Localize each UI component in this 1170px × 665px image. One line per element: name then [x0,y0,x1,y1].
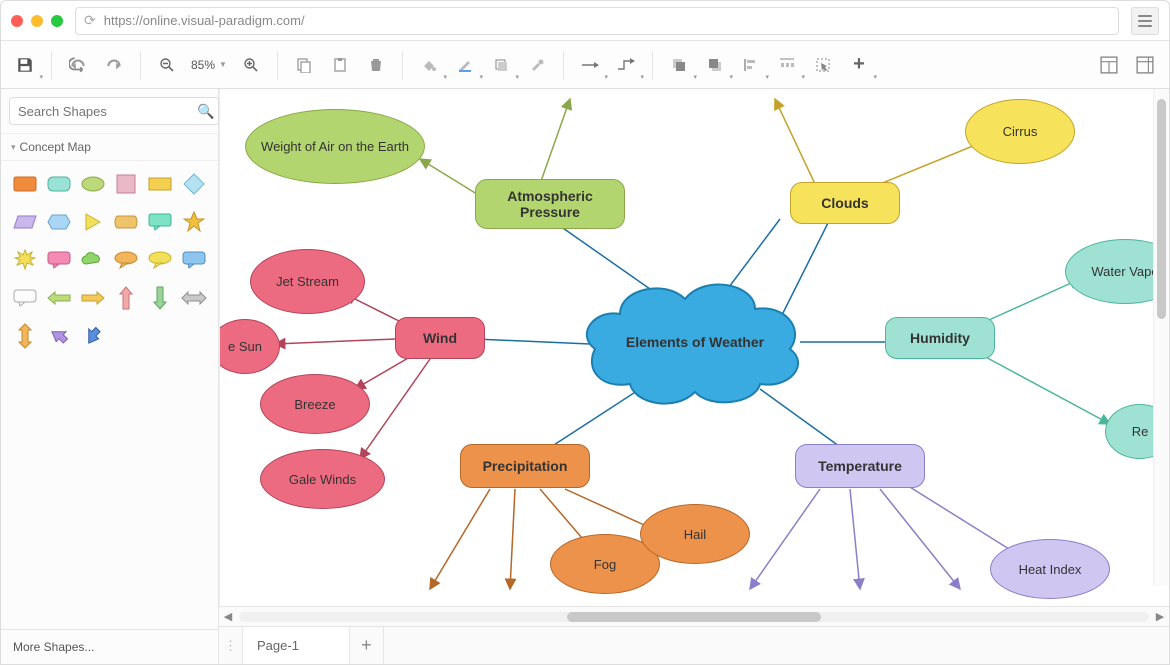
shapes-palette [1,161,218,629]
shape-ellipse[interactable] [79,169,107,199]
shape-callout-green[interactable] [146,207,174,237]
palette-section-title: Concept Map [20,140,91,154]
shape-wide-rect[interactable] [146,169,174,199]
node-hail[interactable]: Hail [640,504,750,564]
align-icon[interactable]: ▾ [735,49,767,81]
close-window-icon[interactable] [11,15,23,27]
add-page-tab[interactable]: + [350,627,384,664]
shape-star[interactable] [180,207,208,237]
distribute-icon[interactable]: ▾ [771,49,803,81]
selection-mode-icon[interactable] [807,49,839,81]
redo-icon[interactable] [98,49,130,81]
node-jetstream[interactable]: Jet Stream [250,249,365,314]
outline-panel-icon[interactable] [1129,49,1161,81]
node-clouds[interactable]: Clouds [790,182,900,224]
node-humidity[interactable]: Humidity [885,317,995,359]
titlebar: ⟳ https://online.visual-paradigm.com/ [1,1,1169,41]
shape-square[interactable] [113,169,141,199]
shape-parallelogram[interactable] [11,207,39,237]
connector-routing-icon[interactable]: ▾ [610,49,642,81]
arrow-diag1[interactable] [45,321,73,351]
paste-icon[interactable] [324,49,356,81]
vertical-scrollbar[interactable] [1153,89,1169,586]
shape-burst[interactable] [11,245,39,275]
main-toolbar: ▾ 85% ▼ ▾ ▾ ▾ ▾ ▾ ▾ ▾ ▾ [1,41,1169,89]
node-heat-index[interactable]: Heat Index [990,539,1110,599]
shape-cloud[interactable] [79,245,107,275]
shadow-icon[interactable]: ▾ [485,49,517,81]
shape-rounded[interactable] [45,169,73,199]
delete-icon[interactable] [360,49,392,81]
shape-hexagon[interactable] [45,207,73,237]
node-gale[interactable]: Gale Winds [260,449,385,509]
node-atmospheric[interactable]: Atmospheric Pressure [475,179,625,229]
hamburger-menu-icon[interactable] [1131,7,1159,35]
canvas-area: Elements of Weather Atmospheric Pressure… [219,89,1169,664]
shape-speech-orange[interactable] [113,245,141,275]
node-temp[interactable]: Temperature [795,444,925,488]
node-breeze[interactable]: Breeze [260,374,370,434]
node-cirrus[interactable]: Cirrus [965,99,1075,164]
window-controls [11,15,63,27]
arrow-down[interactable] [146,283,174,313]
shape-diamond[interactable] [180,169,208,199]
horizontal-scrollbar[interactable]: ◀▶ [219,606,1169,626]
zoom-out-icon[interactable] [151,49,183,81]
arrow-up[interactable] [113,283,141,313]
minimize-window-icon[interactable] [31,15,43,27]
style-brush-icon[interactable] [521,49,553,81]
zoom-in-icon[interactable] [235,49,267,81]
side-panel: 🔍 ⋮ Concept Map [1,89,219,664]
page-tabs: ⋮ Page-1 + [219,626,1169,664]
shape-callout-grey[interactable] [11,283,39,313]
arrow-leftright[interactable] [180,283,208,313]
to-back-icon[interactable]: ▾ [699,49,731,81]
app-window: ⟳ https://online.visual-paradigm.com/ ▾ … [0,0,1170,665]
shape-callout-pink[interactable] [45,245,73,275]
tabs-grip-icon[interactable]: ⋮ [219,627,243,664]
stroke-icon[interactable]: ▾ [449,49,481,81]
node-center[interactable]: Elements of Weather [580,274,810,409]
page-tab-1[interactable]: Page-1 [243,627,350,664]
format-panel-icon[interactable] [1093,49,1125,81]
connector-style-icon[interactable]: ▾ [574,49,606,81]
shape-badge[interactable] [113,207,141,237]
search-shapes-input[interactable] [9,97,219,125]
node-precip[interactable]: Precipitation [460,444,590,488]
url-bar[interactable]: ⟳ https://online.visual-paradigm.com/ [75,7,1119,35]
node-weight-air[interactable]: Weight of Air on the Earth [245,109,425,184]
arrow-right[interactable] [79,283,107,313]
zoom-text: 85% [191,58,215,72]
to-front-icon[interactable]: ▾ [663,49,695,81]
shape-speech-blue[interactable] [180,245,208,275]
arrow-updown[interactable] [11,321,39,351]
diagram-canvas[interactable]: Elements of Weather Atmospheric Pressure… [219,89,1169,606]
node-wind[interactable]: Wind [395,317,485,359]
save-icon[interactable]: ▾ [9,49,41,81]
add-icon[interactable]: +▾ [843,49,875,81]
more-shapes-link[interactable]: More Shapes... [1,629,218,664]
maximize-window-icon[interactable] [51,15,63,27]
arrow-diag2[interactable] [79,321,107,351]
shape-rect[interactable] [11,169,39,199]
copy-icon[interactable] [288,49,320,81]
zoom-level[interactable]: 85% ▼ [187,58,231,72]
undo-icon[interactable] [62,49,94,81]
url-text: https://online.visual-paradigm.com/ [104,13,305,28]
reload-icon[interactable]: ⟳ [84,12,96,29]
shape-triangle[interactable] [79,207,107,237]
content: 🔍 ⋮ Concept Map [1,89,1169,664]
palette-section-header[interactable]: Concept Map [1,133,218,161]
fill-icon[interactable]: ▾ [413,49,445,81]
shape-speech-yellow[interactable] [146,245,174,275]
arrow-left[interactable] [45,283,73,313]
